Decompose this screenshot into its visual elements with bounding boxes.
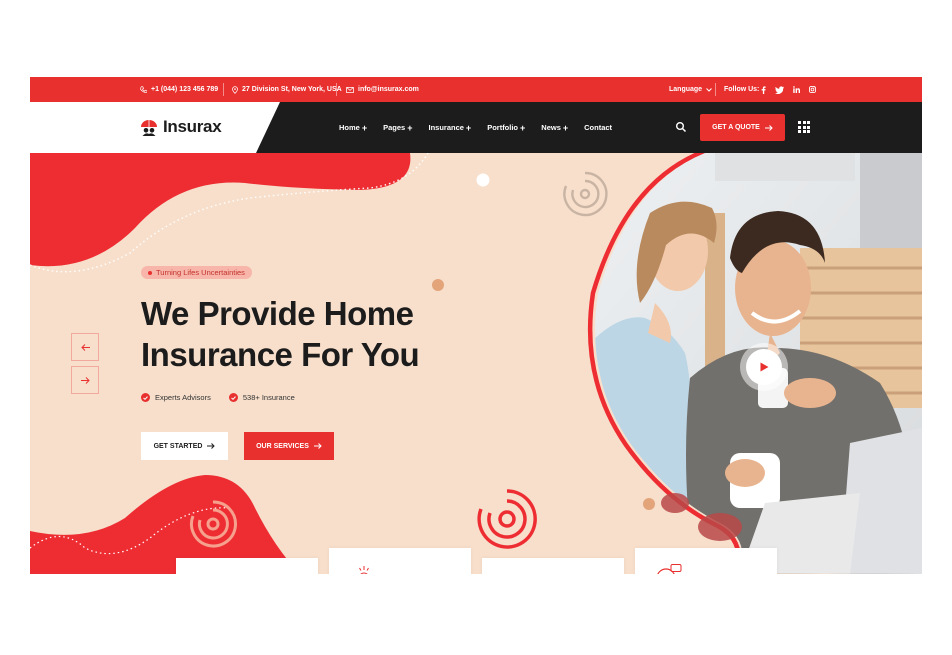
email-contact[interactable]: info@insurax.com [346,77,419,102]
hero-section: Turning Lifes Uncertainties We Provide H… [30,153,922,574]
nav-item-label: News [541,123,561,132]
nav-item-label: Pages [383,123,406,132]
nav-item-label: Contact [584,123,613,132]
spiral-decoration [563,171,608,217]
plus-icon: + [562,122,569,133]
spiral-decoration [477,489,537,549]
hero-headline: We Provide Home Insurance For You [141,293,481,375]
chevron-down-icon [706,87,712,92]
instagram-icon[interactable] [809,86,816,93]
nav-item-label: Home [339,123,360,132]
video-play-button[interactable] [740,343,788,391]
facebook-icon[interactable] [761,85,766,94]
hero-features: Experts Advisors 538+ Insurance [141,393,295,402]
play-icon [760,362,768,372]
service-card[interactable] [329,548,471,574]
feature-label: Experts Advisors [155,393,211,402]
check-circle-icon [228,393,238,402]
site-logo[interactable]: Insurax [140,117,222,137]
grid-menu-icon[interactable] [798,121,810,133]
nav-item-portfolio[interactable]: Portfolio + [487,123,525,133]
nav-item-contact[interactable]: Contact [584,123,612,132]
divider [715,83,716,96]
service-icon [508,572,518,574]
address-text: 27 Division St, New York, USA [242,86,342,93]
twitter-icon[interactable] [775,85,784,94]
arrow-right-icon [80,376,90,384]
nav-item-news[interactable]: News + [541,123,568,133]
get-started-label: GET STARTED [153,442,203,450]
language-label: Language [669,86,703,93]
location-pin-icon [232,85,238,94]
nav-item-pages[interactable]: Pages + [383,123,412,133]
address-contact: 27 Division St, New York, USA [232,77,342,102]
get-a-quote-label: GET A QUOTE [712,124,760,131]
our-services-button[interactable]: OUR SERVICES [244,432,334,460]
arrow-right-icon [764,124,773,131]
arrow-right-icon [207,443,216,449]
envelope-icon [346,86,354,93]
follow-us-label: Follow Us: [724,77,759,102]
main-navigation: Insurax Home + Pages + Insurance + Portfoli… [30,102,922,153]
nav-item-home[interactable]: Home + [339,123,367,133]
arrow-left-icon [80,343,90,351]
top-info-bar: +1 (044) 123 456 789 27 Division St, New… [30,77,922,102]
feature-item: Experts Advisors [141,393,211,402]
check-circle-icon [141,393,150,402]
service-card[interactable] [482,558,624,574]
dot-icon [148,270,152,275]
slider-next-button[interactable] [71,366,99,394]
feature-label: 538+ Insurance [242,393,295,402]
feature-item: 538+ Insurance [228,393,295,402]
arrow-right-icon [313,443,322,449]
phone-icon [140,86,147,93]
our-services-label: OUR SERVICES [256,442,309,450]
plus-icon: + [407,122,413,133]
hero-tagline: Turning Lifes Uncertainties [156,268,245,277]
website-frame: +1 (044) 123 456 789 27 Division St, New… [30,77,922,574]
plus-icon: + [520,122,526,133]
divider [336,83,337,96]
language-selector[interactable]: Language [669,77,712,102]
chat-icon [657,564,682,574]
play-button-circle [746,349,782,385]
phone-contact[interactable]: +1 (044) 123 456 789 [140,77,218,102]
service-card[interactable] [635,548,777,574]
divider [223,83,224,96]
hero-headline-line: Insurance For You [141,336,420,373]
linkedin-icon[interactable] [793,86,800,93]
email-text: info@insurax.com [358,86,419,93]
red-blob-top [30,153,411,267]
nav-item-insurance[interactable]: Insurance + [428,123,471,133]
nav-item-label: Portfolio [487,123,519,132]
hero-tagline-badge: Turning Lifes Uncertainties [141,266,252,279]
plus-icon: + [465,122,472,133]
social-links [761,77,816,102]
search-icon[interactable] [675,121,687,133]
phone-number: +1 (044) 123 456 789 [151,86,219,93]
plus-icon: + [361,122,368,133]
get-started-button[interactable]: GET STARTED [141,432,228,460]
umbrella-family-logo-icon [141,119,157,136]
service-card[interactable] [176,558,318,574]
nav-item-label: Insurance [428,123,464,132]
hero-headline-line: We Provide Home [141,295,414,332]
slider-prev-button[interactable] [71,333,99,361]
logo-text: Insurax [163,117,222,136]
nav-menu: Home + Pages + Insurance + Portfolio + News +… [339,102,628,153]
service-icon [204,572,214,574]
follow-us-text: Follow Us: [724,86,760,93]
alarm-icon [359,566,369,574]
get-a-quote-button[interactable]: GET A QUOTE [700,114,785,141]
